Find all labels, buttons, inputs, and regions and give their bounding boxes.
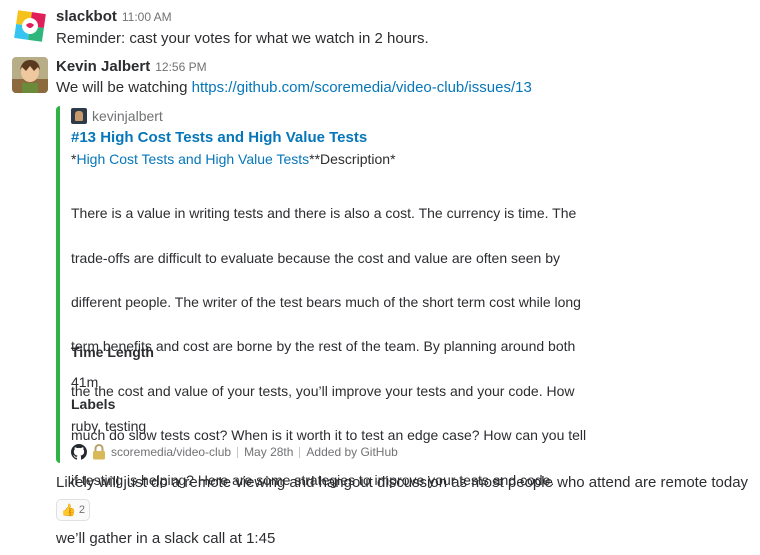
description-line: There is a value in writing tests and th… — [71, 205, 577, 222]
thumbs-up-icon: 👍 — [60, 503, 76, 517]
reaction-count: 2 — [78, 504, 86, 516]
field-value-time-length: 41m — [71, 374, 99, 390]
footer-separator — [237, 446, 239, 458]
description-line: trade-offs are difficult to evaluate bec… — [71, 249, 561, 266]
author-name[interactable]: slackbot 11:00 AM — [56, 8, 172, 25]
timestamp[interactable]: 11:00 AM — [122, 10, 172, 24]
author-icon — [71, 108, 87, 124]
last-message: we’ll gather in a slack call at 1:45 — [56, 530, 276, 547]
footer-separator — [299, 446, 301, 458]
message-text: Reminder: cast your votes for what we wa… — [56, 30, 429, 47]
description-line: different people. The writer of the test… — [71, 294, 581, 311]
github-icon — [71, 444, 87, 460]
field-title-time-length: Time Length — [71, 344, 154, 360]
footer-added-by: Added by GitHub — [306, 445, 398, 459]
attachment-subtitle: *High Cost Tests and High Value Tests**D… — [71, 151, 396, 167]
field-value-labels: ruby, testing — [71, 418, 147, 434]
author-name[interactable]: Kevin Jalbert 12:56 PM — [56, 58, 207, 75]
field-title-labels: Labels — [71, 396, 116, 412]
message-text-prefix: We will be watching — [56, 79, 192, 96]
reaction-thumbs-up[interactable]: 👍 2 — [56, 499, 90, 521]
slackbot-avatar[interactable] — [12, 8, 48, 44]
timestamp[interactable]: 12:56 PM — [155, 60, 206, 74]
footer-repo[interactable]: scoremedia/video-club — [111, 445, 231, 459]
lock-icon — [92, 444, 106, 460]
footer-date: May 28th — [244, 445, 294, 459]
attachment-footer: scoremedia/video-club May 28th Added by … — [71, 444, 660, 460]
attachment-title[interactable]: #13 High Cost Tests and High Value Tests — [71, 129, 660, 146]
link-unfurl-attachment: kevinjalbert #13 High Cost Tests and Hig… — [56, 106, 660, 488]
follow-up-message: Likely will just do a remote viewing and… — [56, 474, 749, 491]
subtitle-link[interactable]: High Cost Tests and High Value Tests — [76, 151, 309, 167]
kevin-avatar[interactable] — [12, 57, 48, 93]
attachment-author[interactable]: kevinjalbert — [71, 108, 660, 124]
message-link[interactable]: https://github.com/scoremedia/video-club… — [192, 79, 532, 96]
message-text: We will be watching https://github.com/s… — [56, 79, 532, 96]
